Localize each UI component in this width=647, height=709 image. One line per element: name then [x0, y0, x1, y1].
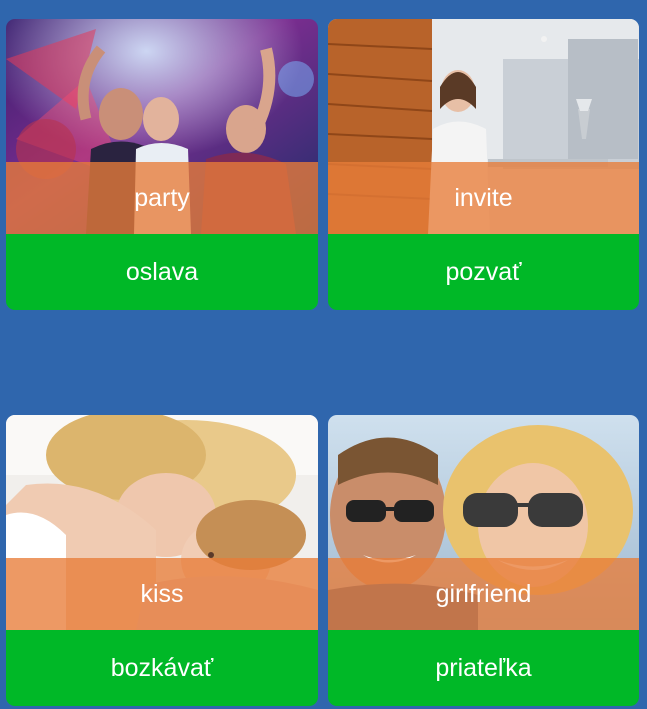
flashcard-party[interactable]: party oslava	[6, 19, 318, 310]
english-word: girlfriend	[328, 558, 639, 630]
english-word: party	[6, 162, 318, 234]
translation-word: oslava	[6, 234, 318, 310]
flashcard-invite[interactable]: invite pozvať	[328, 19, 639, 310]
translation-word: bozkávať	[6, 630, 318, 706]
flashcard-kiss[interactable]: kiss bozkávať	[6, 415, 318, 706]
english-word: invite	[328, 162, 639, 234]
flashcard-girlfriend[interactable]: girlfriend priateľka	[328, 415, 639, 706]
translation-word: pozvať	[328, 234, 639, 310]
translation-word: priateľka	[328, 630, 639, 706]
english-word: kiss	[6, 558, 318, 630]
